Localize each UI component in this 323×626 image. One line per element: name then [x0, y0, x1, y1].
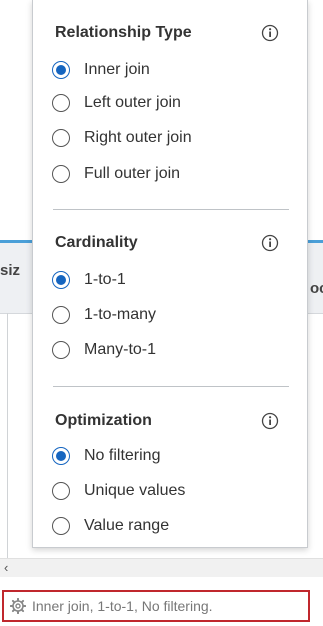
- join-settings-summary[interactable]: Inner join, 1-to-1, No filtering.: [2, 590, 310, 622]
- column-header-fragment-left: siz: [0, 262, 21, 279]
- radio-button[interactable]: [52, 447, 70, 465]
- info-icon[interactable]: [261, 412, 279, 430]
- join-settings-popover: Relationship Type Inner join Left outer …: [32, 0, 308, 548]
- radio-button[interactable]: [52, 94, 70, 112]
- option-label: Many-to-1: [84, 341, 157, 358]
- relationship-type-title: Relationship Type: [55, 24, 192, 41]
- panel-left-border: [7, 313, 8, 558]
- radio-button[interactable]: [52, 341, 70, 359]
- radio-button[interactable]: [52, 129, 70, 147]
- radio-right-outer-join[interactable]: Right outer join: [52, 127, 192, 149]
- info-icon[interactable]: [261, 24, 279, 42]
- radio-left-outer-join[interactable]: Left outer join: [52, 92, 181, 114]
- optimization-title: Optimization: [55, 412, 152, 429]
- horizontal-scrollbar[interactable]: ‹: [0, 558, 323, 577]
- option-label: 1-to-many: [84, 306, 157, 323]
- radio-button[interactable]: [52, 306, 70, 324]
- radio-button[interactable]: [52, 517, 70, 535]
- radio-1-to-1[interactable]: 1-to-1: [52, 269, 126, 291]
- status-text: Inner join, 1-to-1, No filtering.: [32, 598, 213, 614]
- gear-icon: [10, 598, 26, 614]
- radio-1-to-many[interactable]: 1-to-many: [52, 304, 156, 326]
- option-label: Left outer join: [84, 94, 181, 111]
- cardinality-title: Cardinality: [55, 234, 138, 251]
- radio-many-to-1[interactable]: Many-to-1: [52, 339, 156, 361]
- column-header-fragment-right: oc: [310, 280, 323, 297]
- radio-button[interactable]: [52, 61, 70, 79]
- option-label: Value range: [84, 517, 170, 534]
- radio-no-filtering[interactable]: No filtering: [52, 445, 160, 467]
- scroll-left-arrow[interactable]: ‹: [4, 559, 8, 577]
- radio-button[interactable]: [52, 482, 70, 500]
- info-icon[interactable]: [261, 234, 279, 252]
- option-label: Unique values: [84, 482, 186, 499]
- radio-value-range[interactable]: Value range: [52, 515, 169, 537]
- option-label: No filtering: [84, 447, 161, 464]
- option-label: Full outer join: [84, 165, 181, 182]
- section-divider: [53, 386, 289, 387]
- radio-inner-join[interactable]: Inner join: [52, 59, 150, 81]
- option-label: Right outer join: [84, 129, 192, 146]
- radio-full-outer-join[interactable]: Full outer join: [52, 163, 180, 185]
- section-divider: [53, 209, 289, 210]
- option-label: 1-to-1: [84, 271, 126, 288]
- radio-button[interactable]: [52, 271, 70, 289]
- radio-unique-values[interactable]: Unique values: [52, 480, 185, 502]
- radio-button[interactable]: [52, 165, 70, 183]
- option-label: Inner join: [84, 61, 150, 78]
